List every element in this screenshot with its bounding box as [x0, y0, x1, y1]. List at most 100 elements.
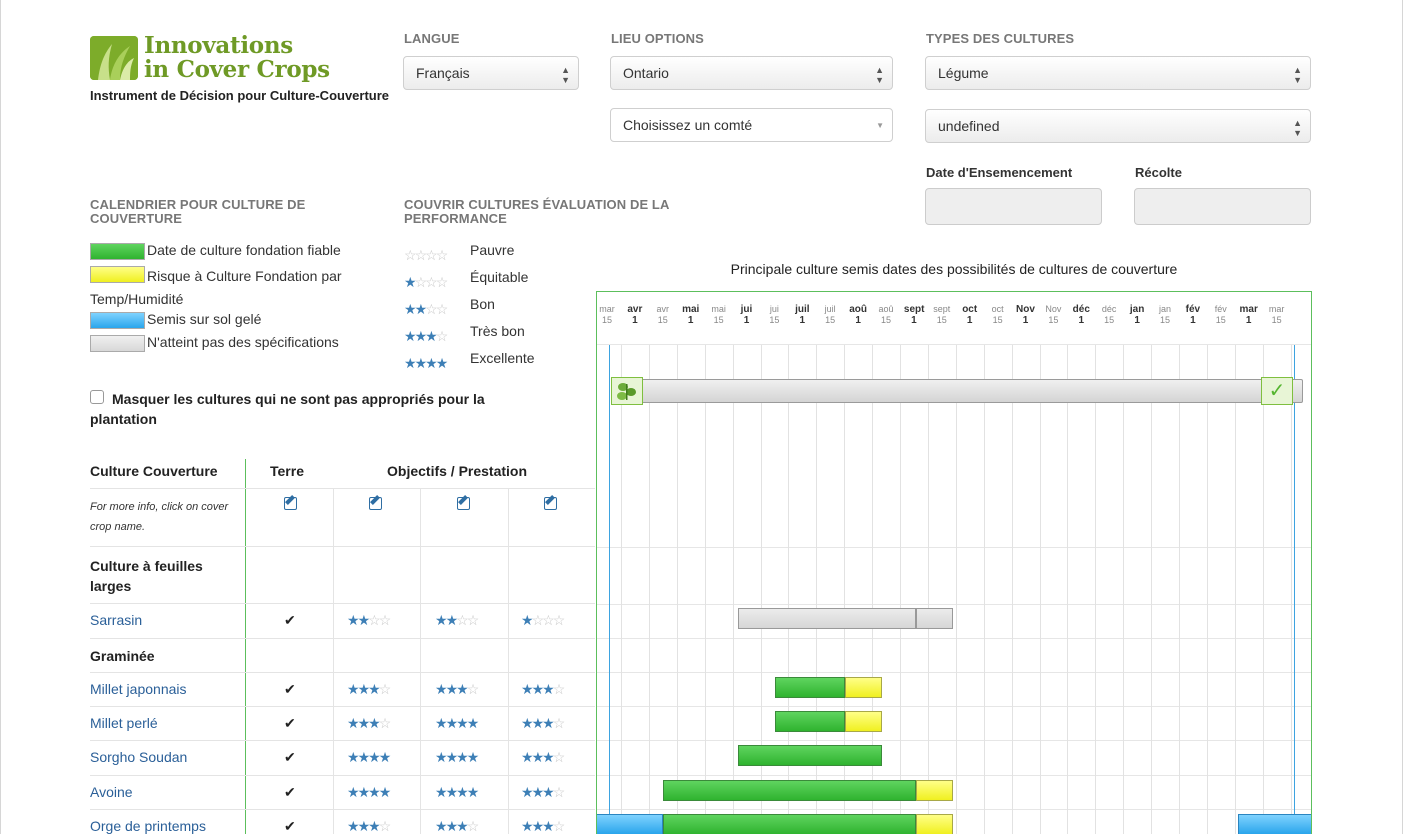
axis-tick-label: avr 15 — [656, 304, 670, 325]
row-stars: ★★★☆ — [347, 715, 391, 731]
harvest-check-icon[interactable]: ✓ — [1261, 377, 1293, 405]
col-header-terre: Terre — [270, 463, 304, 479]
seed-date-label: Date d'Ensemencement — [926, 165, 1073, 180]
axis-tick-label: déc 1 — [1072, 304, 1090, 326]
row-stars: ★★★★ — [347, 749, 391, 765]
bar-sorgho-green — [738, 745, 882, 766]
crop-link-millet-japonnais[interactable]: Millet japonnais — [90, 681, 187, 697]
axis-tick-label: aoû 1 — [849, 304, 867, 326]
row-stars: ★★★☆ — [435, 818, 479, 834]
axis-tick-label: mar 15 — [599, 304, 615, 325]
row-stars: ★★★☆ — [347, 681, 391, 697]
chart-gridline — [956, 345, 957, 834]
row-stars: ★★★☆ — [435, 681, 479, 697]
legend-swatch-grey — [90, 335, 145, 352]
stars-rating-0: ☆☆☆☆ — [404, 247, 448, 263]
perf-label-bon: Bon — [470, 296, 495, 312]
calendar-legend-title: CALENDRIER POUR CULTURE DE COUVERTURE — [90, 197, 306, 226]
chart-gridline — [928, 345, 929, 834]
check-icon: ✔ — [284, 749, 296, 765]
axis-tick-label: mai 15 — [711, 304, 726, 325]
chart-gridline — [1235, 345, 1236, 834]
app-tagline: Instrument de Décision pour Culture-Couv… — [90, 88, 390, 103]
crop-link-sarrasin[interactable]: Sarrasin — [90, 612, 142, 628]
axis-tick-label: fév 1 — [1185, 304, 1201, 326]
logo-title: Innovations in Cover Crops — [144, 34, 330, 82]
bar-millet-japonnais-yellow — [845, 677, 882, 698]
chart-title: Principale culture semis dates des possi… — [730, 261, 1178, 277]
langue-select[interactable]: Français ▲ ▼ — [403, 56, 579, 90]
row-stars: ★★★☆ — [521, 749, 565, 765]
row-stars: ★★★☆ — [521, 681, 565, 697]
row-stars: ★★☆☆ — [435, 612, 479, 628]
axis-tick-label: déc 15 — [1101, 304, 1117, 325]
select-arrows-icon: ▲ ▼ — [1293, 118, 1302, 138]
row-stars: ★☆☆☆ — [521, 612, 565, 628]
edit-icon[interactable] — [544, 497, 557, 510]
harvest-date-input[interactable] — [1134, 188, 1311, 225]
axis-tick-label: jan 1 — [1129, 304, 1145, 326]
row-stars: ★★★★ — [435, 749, 479, 765]
select-arrows-icon: ▲ ▼ — [1293, 65, 1302, 85]
chart-gridline — [1207, 345, 1208, 834]
app-logo[interactable]: Innovations in Cover Crops — [90, 34, 350, 86]
bar-sarrasin-grey — [738, 608, 916, 629]
table-divider — [245, 459, 246, 834]
seed-date-input[interactable] — [925, 188, 1102, 225]
seeding-icon[interactable] — [611, 377, 643, 405]
chart-gridline — [621, 345, 622, 834]
types-select[interactable]: Légume ▲ ▼ — [925, 56, 1311, 90]
edit-icon[interactable] — [284, 497, 297, 510]
lieu-select[interactable]: Ontario ▲ ▼ — [610, 56, 893, 90]
crop-link-millet-perle[interactable]: Millet perlé — [90, 715, 158, 731]
crop-link-avoine[interactable]: Avoine — [90, 784, 133, 800]
axis-tick-label: juil 15 — [824, 304, 836, 325]
row-stars: ★★★☆ — [347, 818, 391, 834]
check-icon: ✔ — [284, 681, 296, 697]
county-select[interactable]: Choisissez un comté ▼ — [610, 108, 893, 142]
col-header-objectifs: Objectifs / Prestation — [387, 463, 528, 479]
legend-label-frozen: Semis sur sol gelé — [147, 311, 262, 327]
types-select-2[interactable]: undefined ▲ ▼ — [925, 109, 1311, 143]
bar-avoine-yellow — [916, 780, 953, 801]
chart-gridline — [1179, 345, 1180, 834]
chart-gridline — [900, 345, 901, 834]
table-row-line — [90, 488, 595, 489]
chart-gridline — [1123, 345, 1124, 834]
crop-link-sorgho-soudan[interactable]: Sorgho Soudan — [90, 749, 187, 765]
bar-millet-japonnais-green — [775, 677, 845, 698]
axis-tick-label: jui 1 — [740, 304, 753, 326]
chart-gridline — [1012, 345, 1013, 834]
crop-link-orge-de-printemps[interactable]: Orge de printemps — [90, 818, 206, 834]
row-stars: ★★★★ — [435, 715, 479, 731]
chart-gridline — [705, 345, 706, 834]
chart-gridline — [1095, 345, 1096, 834]
axis-tick-label: jan 15 — [1158, 304, 1171, 325]
axis-tick-label: sept 15 — [933, 304, 951, 325]
col-header-crop: Culture Couverture — [90, 463, 218, 479]
bar-sarrasin-grey-2 — [916, 608, 953, 629]
types-value: Légume — [938, 65, 989, 81]
select-arrows-icon: ▲ ▼ — [561, 65, 570, 85]
row-stars: ★★★☆ — [521, 715, 565, 731]
chart-gridline — [677, 345, 678, 834]
axis-tick-label: fév 15 — [1214, 304, 1227, 325]
edit-icon[interactable] — [369, 497, 382, 510]
bar-orge-yellow — [916, 814, 953, 834]
stars-rating-3: ★★★☆ — [404, 328, 448, 344]
logo-line2: in Cover Crops — [144, 56, 330, 83]
perf-label-equitable: Équitable — [470, 269, 529, 285]
stars-rating-4: ★★★★ — [404, 355, 448, 371]
table-row-line — [90, 775, 595, 776]
edit-icon[interactable] — [457, 497, 470, 510]
season-end-line — [1294, 345, 1295, 834]
category-broadleaf: Culture à feuilles larges — [90, 558, 203, 594]
table-row-line — [90, 706, 595, 707]
types-value-2: undefined — [938, 118, 1000, 134]
types-label: TYPES DES CULTURES — [926, 31, 1075, 46]
planting-calendar-chart: ✓ mar 15 avr 1 avr 15 mai 1 mai 15 jui 1 jui 15 juil 1 j… — [596, 291, 1312, 834]
legend-label-reliable: Date de culture fondation fiable — [147, 242, 341, 258]
stars-rating-1: ★☆☆☆ — [404, 274, 448, 290]
axis-tick-label: avr 1 — [627, 304, 643, 326]
bar-orge-green — [663, 814, 916, 834]
